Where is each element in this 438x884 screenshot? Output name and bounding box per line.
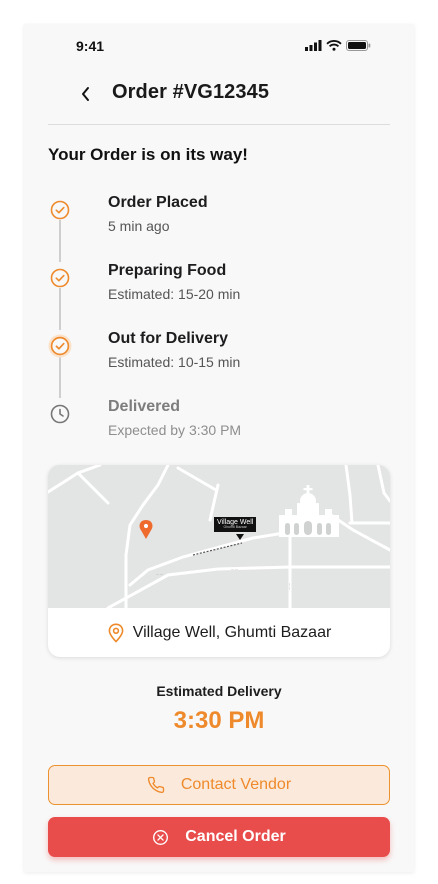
- phone-screen: 9:41 Order #VG12345 Your Order is on its…: [24, 24, 414, 872]
- step-subtitle: Expected by 3:30 PM: [108, 422, 242, 438]
- delivery-address: Village Well, Ghumti Bazaar: [132, 623, 332, 641]
- tracking-heading: Your Order is on its way!: [48, 145, 248, 164]
- signal-icon: [305, 40, 322, 51]
- chevron-left-icon: [82, 87, 89, 101]
- svg-text:— —: — —: [231, 567, 238, 571]
- estimated-delivery-label: Estimated Delivery: [156, 683, 282, 699]
- header: Order #VG12345: [24, 72, 414, 116]
- status-icons: [305, 40, 371, 51]
- check-circle-icon: [48, 334, 72, 358]
- timeline-step-delivered: Delivered Expected by 3:30 PM: [48, 398, 390, 448]
- svg-text:— —: — —: [156, 572, 163, 576]
- contact-vendor-label: Contact Vendor: [180, 776, 292, 793]
- step-title: Preparing Food: [108, 262, 227, 279]
- x-circle-icon: [153, 829, 169, 845]
- step-title: Delivered: [108, 398, 181, 415]
- wifi-icon: [326, 40, 342, 51]
- page-title: Order #VG12345: [112, 81, 270, 103]
- check-circle-icon: [50, 268, 70, 288]
- delivery-map[interactable]: — — — — — — Village Well Ghumti Bazaar: [48, 465, 390, 608]
- status-bar: 9:41: [24, 24, 414, 68]
- map-address-row: Village Well, Ghumti Bazaar: [48, 608, 390, 657]
- status-time: 9:41: [76, 38, 105, 54]
- back-button[interactable]: [74, 82, 98, 106]
- delivery-map-card: — — — — — — Village Well Ghumti Bazaar V…: [48, 465, 390, 657]
- step-subtitle: 5 min ago: [108, 218, 170, 234]
- map-roads: — — — — — —: [48, 465, 390, 608]
- clock-icon: [50, 404, 70, 424]
- step-title: Out for Delivery: [108, 330, 229, 347]
- contact-vendor-button[interactable]: Contact Vendor: [48, 765, 390, 805]
- phone-icon: [147, 776, 165, 794]
- cancel-order-label: Cancel Order: [185, 828, 286, 845]
- check-circle-icon: [50, 200, 70, 220]
- timeline-step-order-placed: Order Placed 5 min ago: [48, 194, 390, 244]
- step-title: Order Placed: [108, 194, 208, 211]
- map-marker-subtitle: Ghumti Bazaar: [223, 525, 247, 530]
- header-divider: [48, 124, 390, 125]
- cancel-order-button[interactable]: Cancel Order: [48, 817, 390, 857]
- map-marker-label: Village Well Ghumti Bazaar: [214, 517, 257, 533]
- battery-icon: [346, 40, 371, 51]
- timeline-step-out-for-delivery: Out for Delivery Estimated: 10-15 min: [48, 330, 390, 380]
- timeline-step-preparing-food: Preparing Food Estimated: 15-20 min: [48, 262, 390, 312]
- estimated-delivery-time: 3:30 PM: [173, 707, 265, 734]
- step-subtitle: Estimated: 10-15 min: [108, 354, 241, 370]
- svg-text:— —: — —: [288, 583, 292, 590]
- step-subtitle: Estimated: 15-20 min: [108, 286, 241, 302]
- location-pin-icon: [108, 623, 124, 642]
